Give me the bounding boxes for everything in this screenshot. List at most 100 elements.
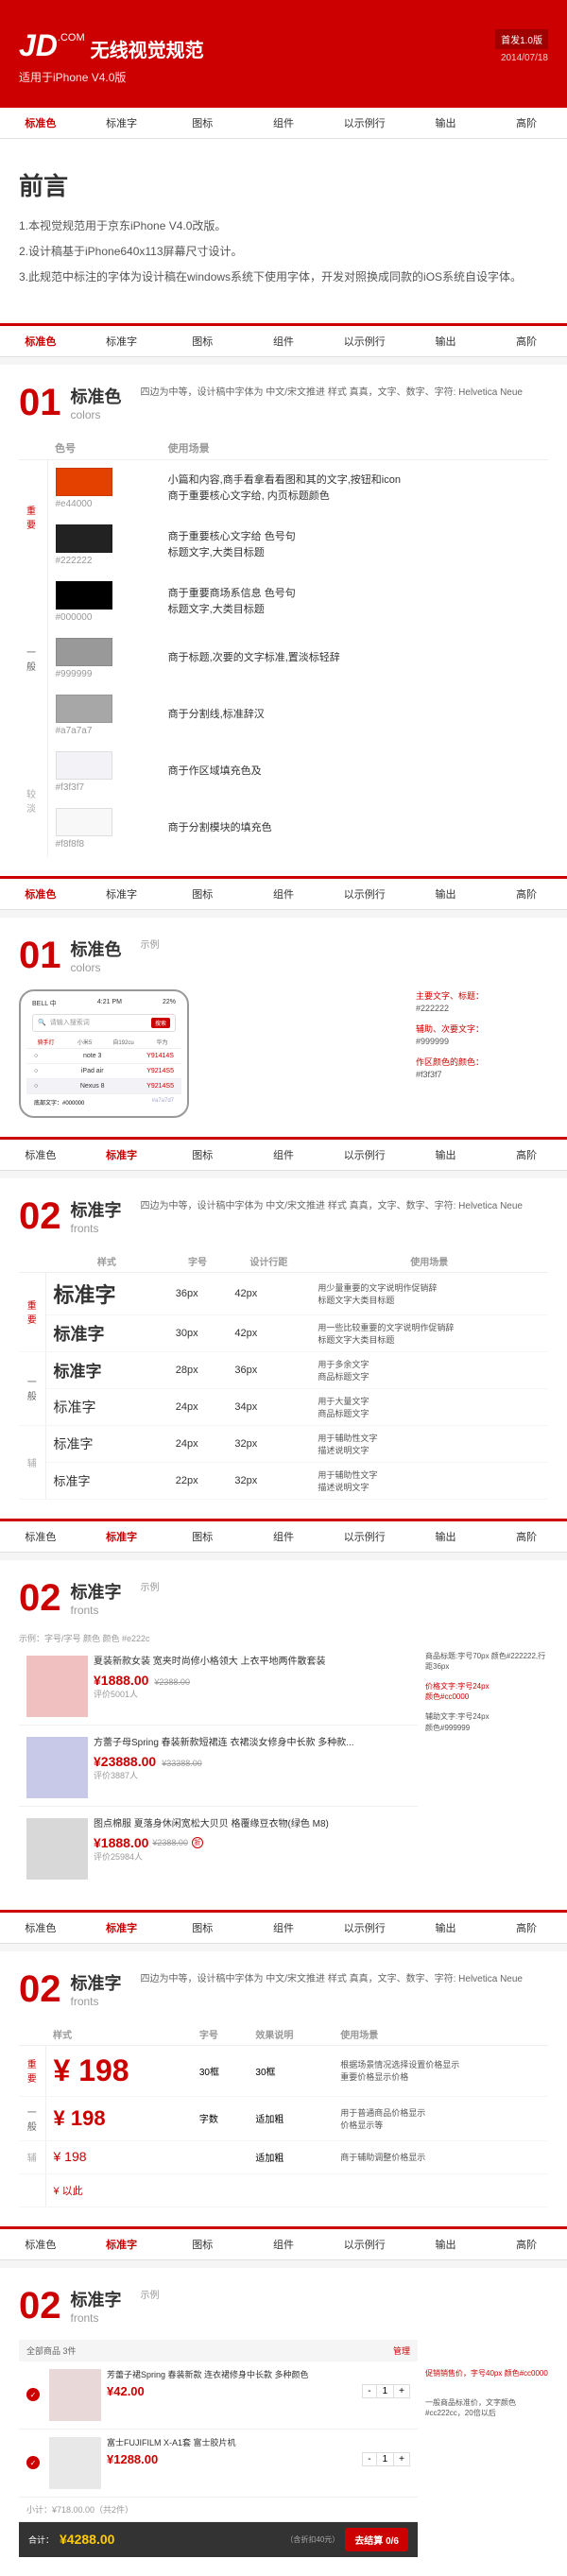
nav5-item-output[interactable]: 输出 bbox=[405, 1521, 487, 1552]
cart-subtotal-text: 小计：¥718.00.00（共2件） bbox=[26, 2505, 133, 2515]
typo-line-3: 34px bbox=[227, 1388, 310, 1425]
nav5-item-font[interactable]: 标准字 bbox=[81, 1521, 163, 1552]
nav6-item-color[interactable]: 标准色 bbox=[0, 1913, 81, 1943]
cart-anno-0-text: 促销销售价，字号40px 颜色#cc0000 bbox=[425, 2368, 548, 2379]
phone-tab-1[interactable]: 小米5 bbox=[65, 1036, 104, 1048]
cart-qty-minus-0[interactable]: - bbox=[363, 2385, 375, 2397]
cart-checkbox-icon-0: ✓ bbox=[26, 2388, 40, 2401]
nav2-item-advanced[interactable]: 高阶 bbox=[486, 326, 567, 356]
price-section-title-en: fronts bbox=[71, 1995, 122, 2008]
color-usage-verylightgray: 商于作区域填充色及 bbox=[161, 744, 548, 800]
typo-anno-0: 商品标题:字号70px 颜色#222222,行距36px bbox=[425, 1651, 548, 1672]
nav6-item-font[interactable]: 标准字 bbox=[81, 1913, 163, 1943]
price-header-usage: 使用场景 bbox=[333, 2023, 548, 2046]
nav-item-output[interactable]: 输出 bbox=[405, 108, 487, 138]
cart-manage-btn[interactable]: 管理 bbox=[393, 2344, 410, 2357]
nav4-item-font[interactable]: 标准字 bbox=[81, 1140, 163, 1170]
color-swatch-black: #000000 bbox=[47, 574, 161, 630]
nav6-item-icon[interactable]: 图标 bbox=[162, 1913, 243, 1943]
nav7-item-example[interactable]: 以示例行 bbox=[324, 2229, 405, 2259]
header-subtitle: 适用于iPhone V4.0版 bbox=[19, 69, 548, 86]
cart-section-title-cn: 标准字 bbox=[71, 2287, 122, 2311]
color-header-code: 色号 bbox=[47, 437, 161, 460]
nav-item-advanced[interactable]: 高阶 bbox=[486, 108, 567, 138]
nav2-item-example[interactable]: 以示例行 bbox=[324, 326, 405, 356]
product-price-main-2: ¥1888.00 bbox=[94, 1835, 148, 1850]
cart-qty-minus-1[interactable]: - bbox=[363, 2453, 375, 2465]
nav5-item-icon[interactable]: 图标 bbox=[162, 1521, 243, 1552]
nav2-item-font[interactable]: 标准字 bbox=[81, 326, 163, 356]
nav-item-example[interactable]: 以示例行 bbox=[324, 108, 405, 138]
nav3-item-font[interactable]: 标准字 bbox=[81, 879, 163, 909]
anno-main-title: 主要文字、标题： bbox=[416, 989, 548, 1002]
price-row-0: 重要 ¥ 198 30框 30框 根据场景情况选择设置价格显示重要价格显示价格 bbox=[19, 2045, 548, 2096]
nav6-item-component[interactable]: 组件 bbox=[243, 1913, 324, 1943]
product-price-orig-0: ¥2388.00 bbox=[154, 1677, 190, 1687]
cart-bottom-bar: 合计： ¥4288.00 （含折扣40元） 去结算 0/6 bbox=[19, 2522, 418, 2557]
cart-checkbox-0[interactable]: ✓ bbox=[26, 2369, 40, 2421]
nav5-item-component[interactable]: 组件 bbox=[243, 1521, 324, 1552]
nav4-item-example[interactable]: 以示例行 bbox=[324, 1140, 405, 1170]
anno-secondary-color: #999999 bbox=[416, 1037, 548, 1046]
nav5-item-advanced[interactable]: 高阶 bbox=[486, 1521, 567, 1552]
search-button[interactable]: 搜索 bbox=[151, 1018, 170, 1028]
nav6-item-advanced[interactable]: 高阶 bbox=[486, 1913, 567, 1943]
nav3-item-color[interactable]: 标准色 bbox=[0, 879, 81, 909]
nav3-item-example[interactable]: 以示例行 bbox=[324, 879, 405, 909]
nav-item-icon[interactable]: 图标 bbox=[162, 108, 243, 138]
nav3-item-icon[interactable]: 图标 bbox=[162, 879, 243, 909]
typo-anno-2: 辅助文字:字号24px颜色#999999 bbox=[425, 1711, 548, 1732]
nav-item-color[interactable]: 标准色 bbox=[0, 108, 81, 138]
nav5-item-color[interactable]: 标准色 bbox=[0, 1521, 81, 1552]
phone-tab-0[interactable]: 骑手灯 bbox=[26, 1036, 65, 1048]
nav2-item-icon[interactable]: 图标 bbox=[162, 326, 243, 356]
color-example-label: 示例 bbox=[131, 936, 549, 951]
nav3-item-output[interactable]: 输出 bbox=[405, 879, 487, 909]
nav7-item-icon[interactable]: 图标 bbox=[162, 2229, 243, 2259]
nav4-item-color[interactable]: 标准色 bbox=[0, 1140, 81, 1170]
price-usage-3 bbox=[333, 2173, 548, 2207]
nav3-item-advanced[interactable]: 高阶 bbox=[486, 879, 567, 909]
nav4-item-component[interactable]: 组件 bbox=[243, 1140, 324, 1170]
typo-row-0: 重要 标准字 36px 42px 用少量重要的文字说明作促销辞标题文字大类目标题 bbox=[19, 1272, 548, 1314]
typo-sample-5: 标准字 bbox=[54, 1474, 91, 1488]
product-price-area-0: ¥1888.00 ¥2388.00 bbox=[94, 1673, 410, 1688]
product-title-0: 夏装新款女装 宽夹时尚修小格领大 上衣平地两件散套装 bbox=[94, 1656, 410, 1669]
color-swatch-lightgray: #a7a7a7 bbox=[47, 687, 161, 744]
cart-checkbox-1[interactable]: ✓ bbox=[26, 2437, 40, 2489]
cart-qty-plus-0[interactable]: + bbox=[394, 2385, 409, 2397]
nav4-item-icon[interactable]: 图标 bbox=[162, 1140, 243, 1170]
nav7-item-font[interactable]: 标准字 bbox=[81, 2229, 163, 2259]
nav-item-component[interactable]: 组件 bbox=[243, 108, 324, 138]
anno-main: 主要文字、标题： #222222 bbox=[416, 989, 548, 1013]
nav2-item-component[interactable]: 组件 bbox=[243, 326, 324, 356]
preface-item-3: 3.此规范中标注的字体为设计稿在windows系统下使用字体，开发对照换成同款的… bbox=[19, 268, 548, 286]
product-item-1: 方蕾子母Spring 春装新款短裙连 衣裙淡女修身中长款 多种款... ¥238… bbox=[19, 1729, 418, 1807]
nav6-item-example[interactable]: 以示例行 bbox=[324, 1913, 405, 1943]
typo-line-0: 42px bbox=[227, 1272, 310, 1314]
cart-example-label: 示例 bbox=[131, 2287, 549, 2301]
nav7-item-component[interactable]: 组件 bbox=[243, 2229, 324, 2259]
nav5-item-example[interactable]: 以示例行 bbox=[324, 1521, 405, 1552]
phone-tab-2[interactable]: 自192cu bbox=[104, 1036, 143, 1048]
typo-line-5: 32px bbox=[227, 1462, 310, 1499]
nav7-item-advanced[interactable]: 高阶 bbox=[486, 2229, 567, 2259]
nav4-item-advanced[interactable]: 高阶 bbox=[486, 1140, 567, 1170]
cart-checkout-button[interactable]: 去结算 0/6 bbox=[345, 2528, 408, 2551]
phone-search-bar[interactable]: 🔍 请输入搜索词 搜索 bbox=[32, 1014, 176, 1032]
nav2-item-color[interactable]: 标准色 bbox=[0, 326, 81, 356]
typo-table: 样式 字号 设计行距 使用场景 重要 标准字 36px 42px 用少量重要的文… bbox=[19, 1250, 548, 1500]
cart-qty-plus-1[interactable]: + bbox=[394, 2453, 409, 2465]
nav7-item-color[interactable]: 标准色 bbox=[0, 2229, 81, 2259]
nav4-item-output[interactable]: 输出 bbox=[405, 1140, 487, 1170]
nav2-item-output[interactable]: 输出 bbox=[405, 326, 487, 356]
nav-item-font[interactable]: 标准字 bbox=[81, 108, 163, 138]
nav3-item-component[interactable]: 组件 bbox=[243, 879, 324, 909]
nav7-item-output[interactable]: 输出 bbox=[405, 2229, 487, 2259]
anno-bg: 作区颜色的颜色： #f3f3f7 bbox=[416, 1056, 548, 1079]
price-size-0: 30框 bbox=[192, 2045, 249, 2096]
anno-bg-color: #f3f3f7 bbox=[416, 1070, 548, 1079]
price-row-1: 一般 ¥ 198 字数 适加粗 用于普通商品价格显示价格显示等 bbox=[19, 2096, 548, 2140]
nav6-item-output[interactable]: 输出 bbox=[405, 1913, 487, 1943]
phone-tab-3[interactable]: 华为 bbox=[143, 1036, 181, 1048]
